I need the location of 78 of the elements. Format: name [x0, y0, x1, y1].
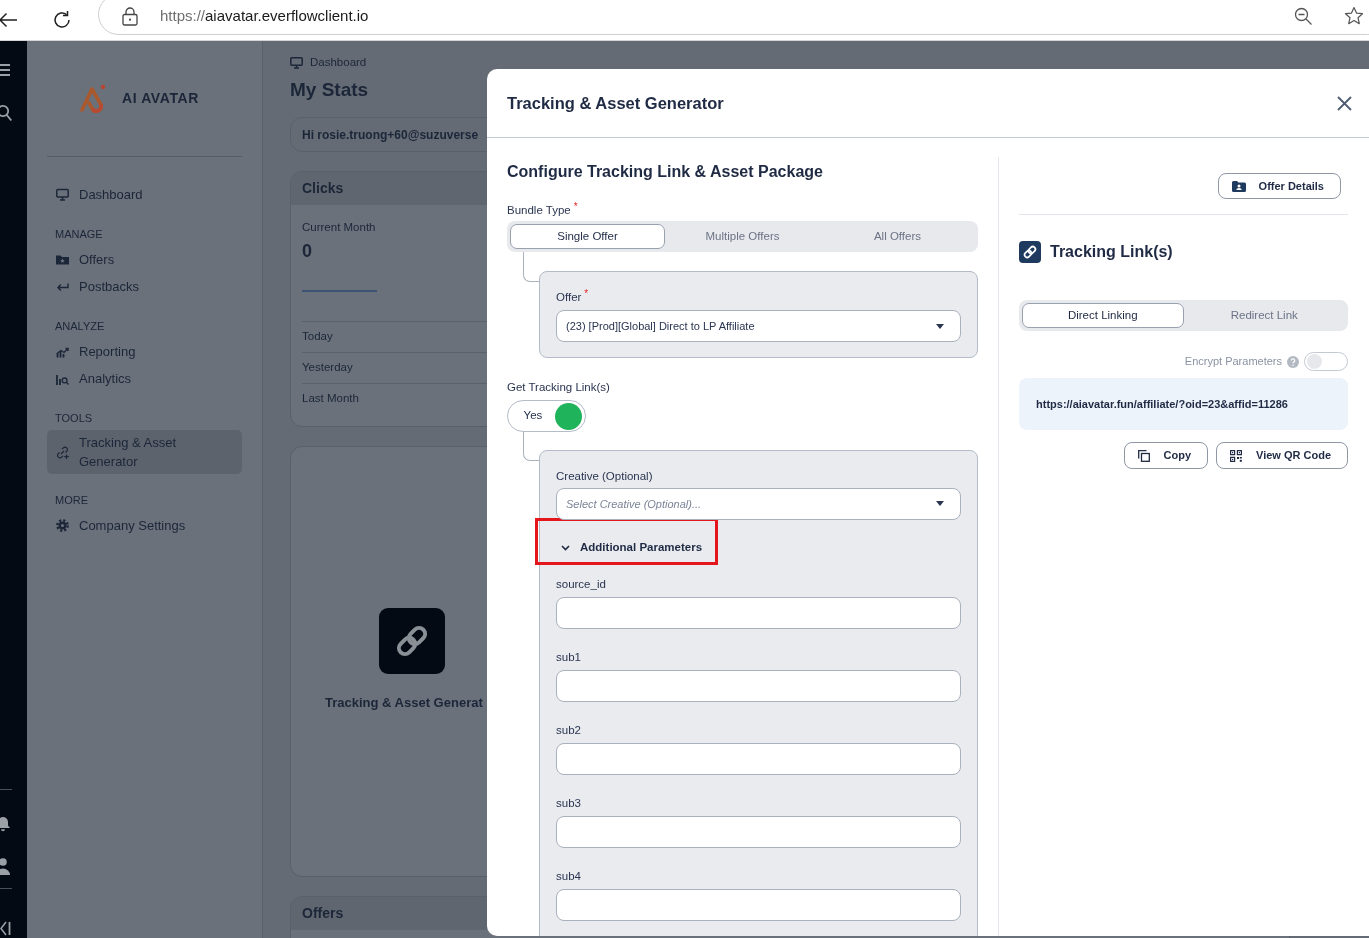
stat-label: Last Month — [302, 391, 359, 407]
sidebar-item[interactable]: Company Settings — [47, 512, 242, 539]
tracking-toggle[interactable]: Yes — [507, 400, 586, 432]
sidebar-item[interactable]: Tracking & Asset Generator — [47, 430, 242, 474]
stat-label: Current Month — [302, 220, 376, 235]
sidebar-item[interactable]: Reporting — [47, 338, 242, 365]
section-heading: ANALYZE — [55, 319, 105, 333]
field-label: sub3 — [556, 796, 581, 811]
stat-label: Yesterday — [302, 360, 353, 376]
close-icon[interactable] — [1337, 95, 1352, 111]
back-arrow-icon[interactable] — [0, 10, 18, 30]
qr-code-icon — [1230, 449, 1242, 462]
caret-down-icon — [936, 323, 944, 329]
star-icon[interactable] — [1344, 6, 1364, 26]
bar-chart-icon — [56, 345, 69, 358]
sidebar-item[interactable]: Postbacks — [47, 273, 242, 300]
bundle-type-tab[interactable]: Single Offer — [510, 224, 665, 249]
field-label: Get Tracking Link(s) — [507, 380, 610, 395]
additional-parameters-toggle[interactable]: Additional Parameters — [561, 539, 703, 557]
field-label: sub4 — [556, 869, 581, 884]
field-label: Offer — [556, 290, 582, 305]
folder-person-icon — [1231, 180, 1246, 192]
folder-icon — [56, 253, 69, 266]
section-heading: TOOLS — [55, 411, 93, 425]
creative-select[interactable]: Select Creative (Optional)... — [556, 488, 961, 520]
link-type-tab[interactable]: Redirect Link — [1183, 303, 1345, 328]
switch-label: Encrypt Parameters — [1184, 354, 1282, 370]
zoom-out-icon[interactable] — [1294, 7, 1312, 25]
section-heading: MORE — [55, 493, 88, 507]
offer-select[interactable]: (23) [Prod][Global] Direct to LP Affiliate — [556, 310, 961, 342]
link-plus-icon — [56, 445, 69, 459]
sidebar-item[interactable]: Analytics — [47, 365, 242, 392]
link-icon — [1019, 241, 1041, 263]
parameter-input[interactable] — [556, 597, 961, 629]
collapse-icon[interactable] — [0, 920, 11, 937]
reload-icon[interactable] — [52, 10, 72, 30]
link-icon — [379, 608, 445, 674]
logo-text: AI AVATAR — [122, 89, 199, 108]
gear-icon — [56, 519, 69, 532]
monitor-icon — [290, 57, 303, 69]
link-type-tab[interactable]: Direct Linking — [1022, 303, 1184, 328]
search-icon[interactable] — [0, 104, 12, 122]
action-button[interactable]: Copy — [1123, 442, 1208, 469]
card-title: Tracking & Asset Generat — [325, 694, 483, 712]
field-label: sub1 — [556, 650, 581, 665]
section-title: Tracking Link(s) — [1050, 242, 1173, 262]
section-heading: MANAGE — [55, 227, 103, 241]
stat-value: 0 — [302, 240, 312, 262]
caret-down-icon — [936, 501, 944, 506]
chart-search-icon — [56, 372, 69, 385]
required-mark: * — [584, 289, 589, 299]
parameter-input[interactable] — [556, 743, 961, 775]
breadcrumb-link[interactable]: Dashboard — [310, 54, 367, 72]
parameter-input[interactable] — [556, 670, 961, 702]
menu-icon[interactable] — [0, 64, 10, 76]
modal-title: Tracking & Asset Generator — [507, 92, 724, 114]
copy-icon — [1137, 449, 1150, 462]
user-icon[interactable] — [0, 858, 11, 875]
parameter-input[interactable] — [556, 889, 961, 921]
bundle-type-tab[interactable]: Multiple Offers — [665, 224, 820, 249]
tracking-url: https://aiavatar.fun/affiliate/?oid=23&affid=11286 — [1036, 396, 1288, 412]
field-label: Creative (Optional) — [556, 469, 653, 484]
bell-icon[interactable] — [0, 815, 11, 832]
field-label: source_id — [556, 577, 606, 592]
field-label: Bundle Type — [507, 203, 571, 218]
offer-details-button[interactable]: Offer Details — [1217, 173, 1341, 199]
sidebar-item[interactable]: Offers — [47, 246, 242, 273]
action-button[interactable]: View QR Code — [1216, 442, 1348, 469]
monitor-icon — [56, 188, 69, 201]
bundle-type-tab[interactable]: All Offers — [820, 224, 975, 249]
lock-icon — [122, 6, 138, 26]
encrypt-switch[interactable] — [1304, 352, 1348, 371]
required-mark: * — [573, 202, 578, 212]
sidebar-item[interactable]: Dashboard — [47, 181, 242, 208]
parameter-input[interactable] — [556, 816, 961, 848]
field-label: sub2 — [556, 723, 581, 738]
stat-label: Today — [302, 329, 333, 345]
page-title: My Stats — [290, 78, 369, 102]
